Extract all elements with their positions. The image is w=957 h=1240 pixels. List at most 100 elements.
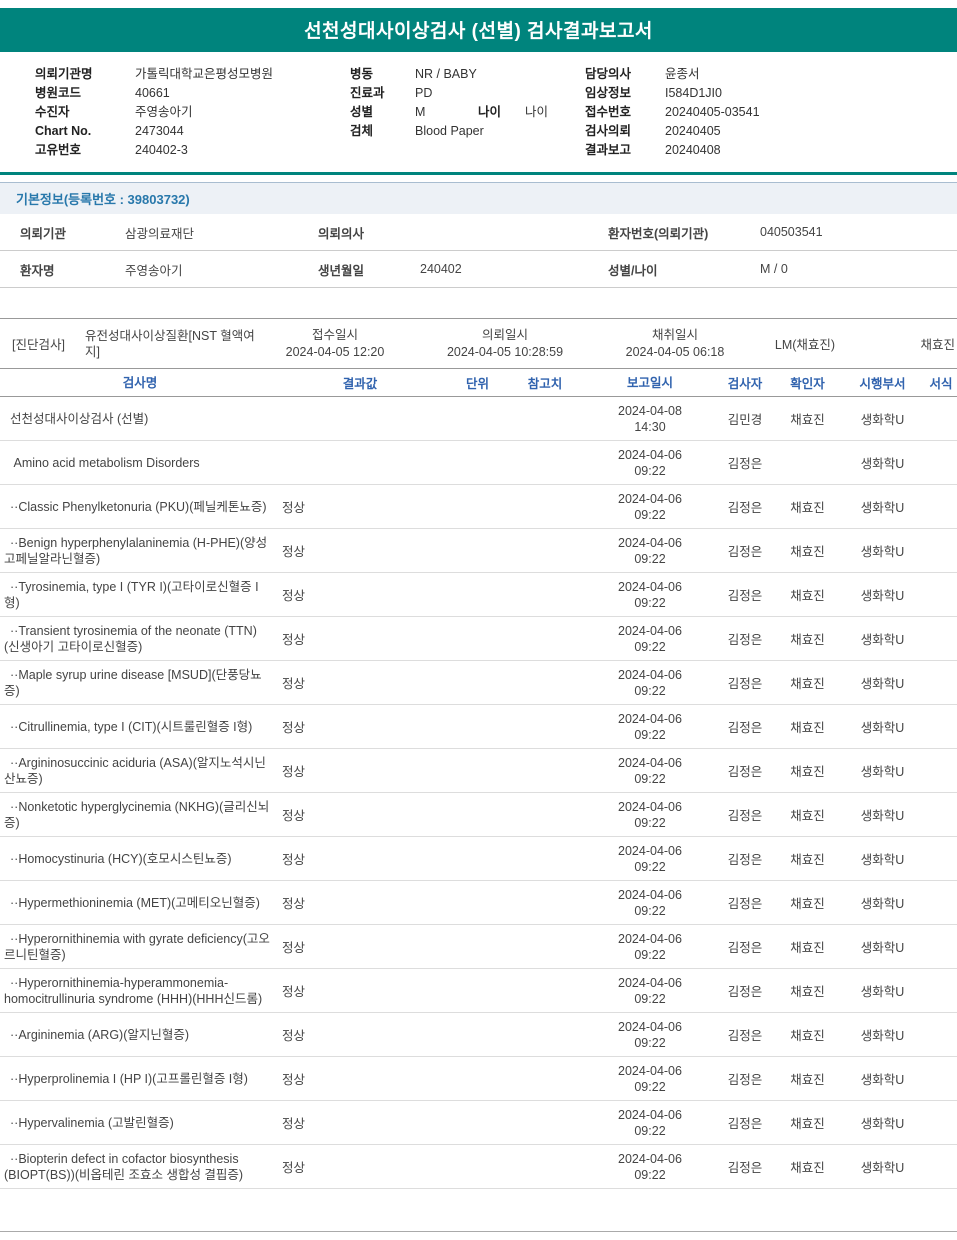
department-name: 생화학U xyxy=(860,457,905,471)
collection-datetime-label: 채취일시 xyxy=(651,327,698,342)
exam-name: 유전성대사이상질환[NST 혈액여지] xyxy=(85,328,255,359)
info-label: 고유번호 xyxy=(35,143,82,157)
table-row: ··Hyperprolinemia I (HP I)(고프롤린혈증 I형) 정상… xyxy=(0,1057,957,1101)
department-name: 생화학U xyxy=(860,853,905,867)
report-datetime: 2024-04-06 09:22 xyxy=(618,1019,682,1050)
department-name: 생화학U xyxy=(860,589,905,603)
table-row: ··Homocystinuria (HCY)(호모시스틴뇨증) 정상 2024-… xyxy=(0,837,957,881)
test-name: ··Hyperornithinemia-hyperammonemia-homoc… xyxy=(4,975,263,1006)
results-body: 선천성대사이상검사 (선별) 2024-04-08 14:30 김민경 채효진 … xyxy=(0,397,957,1189)
exam-section: [진단검사] 유전성대사이상질환[NST 혈액여지] 접수일시 2024-04-… xyxy=(0,318,957,1189)
test-name: ··Hypervalinemia (고발린혈증) xyxy=(10,1115,174,1130)
test-result: 정상 xyxy=(282,545,306,559)
info-row: 진료과 PD xyxy=(350,84,585,103)
department-name: 생화학U xyxy=(860,809,905,823)
department-name: 생화학U xyxy=(860,1073,905,1087)
test-result: 정상 xyxy=(282,1073,306,1087)
table-row: ··Argininemia (ARG)(알지닌혈증) 정상 2024-04-06… xyxy=(0,1013,957,1057)
info-value: 20240405-03541 xyxy=(665,105,760,119)
column-header-reported: 보고일시 xyxy=(626,375,673,390)
info-label: 결과보고 xyxy=(585,143,632,157)
report-datetime: 2024-04-06 09:22 xyxy=(618,1063,682,1094)
column-header-tester: 검사자 xyxy=(727,377,763,391)
collector: LM(채효진) xyxy=(774,338,836,352)
report-datetime: 2024-04-06 09:22 xyxy=(618,755,682,786)
info-row: 접수번호 20240405-03541 xyxy=(585,103,957,122)
tester-name: 김정은 xyxy=(727,809,763,823)
info-value: 40661 xyxy=(135,86,170,100)
test-name: ··Classic Phenylketonuria (PKU)(페닐케톤뇨증) xyxy=(10,499,267,514)
report-datetime: 2024-04-08 14:30 xyxy=(618,403,682,434)
department-name: 생화학U xyxy=(860,721,905,735)
info-value: NR / BABY xyxy=(415,67,477,81)
info-row: Chart No. 2473044 xyxy=(35,122,350,141)
table-row: ··Maple syrup urine disease [MSUD](단풍당뇨증… xyxy=(0,661,957,705)
verifier-name: 채효진 xyxy=(790,1073,825,1087)
report-datetime: 2024-04-06 09:22 xyxy=(618,975,682,1006)
tester-name: 김정은 xyxy=(727,545,763,559)
info-row: 성별 M 나이 나이 xyxy=(350,103,585,122)
tester-name: 김정은 xyxy=(727,985,763,999)
info-label: 담당의사 xyxy=(585,67,632,81)
column-header-dept: 시행부서 xyxy=(859,377,906,391)
info-row: 검체 Blood Paper xyxy=(350,122,585,141)
report-datetime: 2024-04-06 09:22 xyxy=(618,579,682,610)
table-row: ··Biopterin defect in cofactor biosynthe… xyxy=(0,1145,957,1189)
report-datetime: 2024-04-06 09:22 xyxy=(618,799,682,830)
info-value: I584D1JI0 xyxy=(665,86,722,100)
verifier-name: 채효진 xyxy=(790,501,825,515)
info-label: 수진자 xyxy=(35,105,70,119)
collection-datetime-value: 2024-04-05 06:18 xyxy=(625,344,725,359)
info-row: 병원코드 40661 xyxy=(35,84,350,103)
test-result: 정상 xyxy=(282,1117,306,1131)
test-name: ··Citrullinemia, type I (CIT)(시트룰린혈증 I형) xyxy=(10,719,253,734)
basic-info-value: 주영송아기 xyxy=(125,263,183,278)
column-header-unit: 단위 xyxy=(465,377,489,391)
tester-name: 김정은 xyxy=(727,457,763,471)
test-name: Amino acid metabolism Disorders xyxy=(10,455,200,470)
info-label: 검사의뢰 xyxy=(585,124,632,138)
info-row: 임상정보 I584D1JI0 xyxy=(585,84,957,103)
department-name: 생화학U xyxy=(860,501,905,515)
basic-info-table: 의뢰기관 삼광의료재단 의뢰의사 환자번호(의뢰기관) 040503541 환자명 주영송아… xyxy=(0,214,957,288)
test-result: 정상 xyxy=(282,941,306,955)
table-row: 선천성대사이상검사 (선별) 2024-04-08 14:30 김민경 채효진 … xyxy=(0,397,957,441)
exam-tag: [진단검사] xyxy=(12,338,65,352)
basic-info-value: 240402 xyxy=(420,262,462,276)
test-name: ··Argininosuccinic aciduria (ASA)(알지노석시닌… xyxy=(4,755,266,786)
table-row: ··Hypervalinemia (고발린혈증) 정상 2024-04-06 0… xyxy=(0,1101,957,1145)
department-name: 생화학U xyxy=(860,633,905,647)
info-value: 주영송아기 xyxy=(135,105,193,119)
department-name: 생화학U xyxy=(860,1161,905,1175)
tester-name: 김정은 xyxy=(727,501,763,515)
info-row: 담당의사 윤종서 xyxy=(585,65,957,84)
request-datetime-value: 2024-04-05 10:28:59 xyxy=(446,344,564,359)
test-name: ··Hypermethioninemia (MET)(고메티오닌혈증) xyxy=(10,895,260,910)
info-label: 나이 xyxy=(478,105,502,119)
column-header-form: 서식 xyxy=(929,377,953,391)
tester-name: 김정은 xyxy=(727,1073,763,1087)
test-result: 정상 xyxy=(282,721,306,735)
results-header-row: 검사명 결과값 단위 참고치 보고일시 검사자 확인자 시행부서 서식 xyxy=(0,369,957,397)
collector-right: 채효진 xyxy=(920,338,955,352)
tester-name: 김정은 xyxy=(727,677,763,691)
report-datetime: 2024-04-06 09:22 xyxy=(618,1107,682,1138)
tester-name: 김정은 xyxy=(727,941,763,955)
tester-name: 김정은 xyxy=(727,633,763,647)
verifier-name: 채효진 xyxy=(790,1029,825,1043)
test-result: 정상 xyxy=(282,765,306,779)
verifier-name: 채효진 xyxy=(790,897,825,911)
info-value: Blood Paper xyxy=(415,124,484,138)
test-result: 정상 xyxy=(282,985,306,999)
table-row: ··Hypermethioninemia (MET)(고메티오닌혈증) 정상 2… xyxy=(0,881,957,925)
basic-info-label: 생년월일 xyxy=(318,263,365,278)
verifier-name: 채효진 xyxy=(790,853,825,867)
basic-info-label: 환자명 xyxy=(20,263,55,278)
basic-info-label: 의뢰기관 xyxy=(20,226,67,241)
info-label: 의뢰기관명 xyxy=(35,67,93,81)
table-row: ··Transient tyrosinemia of the neonate (… xyxy=(0,617,957,661)
verifier-name: 채효진 xyxy=(790,1161,825,1175)
basic-info-value: 삼광의료재단 xyxy=(125,226,195,241)
info-row: 의뢰기관명 가톨릭대학교은평성모병원 xyxy=(35,65,350,84)
column-header-name: 검사명 xyxy=(122,375,158,390)
